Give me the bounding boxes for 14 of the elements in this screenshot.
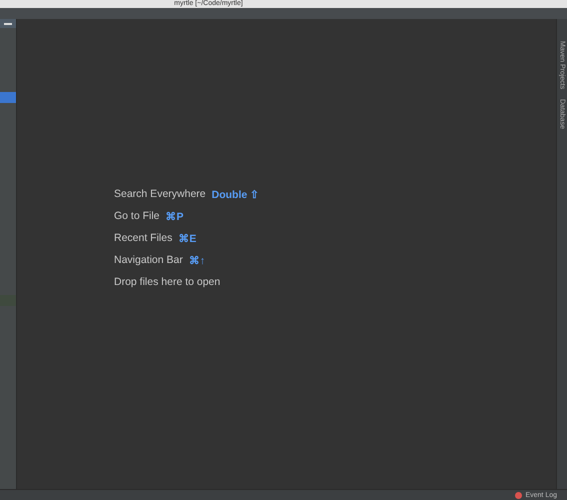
hint-label: Go to File [114,210,160,222]
error-icon [515,492,522,498]
minus-icon [4,22,12,24]
hint-label: Drop files here to open [114,276,220,288]
shortcut-text: ⌘P [166,210,184,222]
shortcut-text: ⌘↑ [188,254,206,266]
collapse-button[interactable] [0,19,16,28]
tree-row[interactable] [0,295,16,306]
hint-label: Navigation Bar [114,254,183,266]
tree-row[interactable] [0,92,16,103]
shortcut-text: ⌘E [178,232,196,244]
shortcut-text: Double ⇧ [212,188,260,200]
hint-label: Recent Files [114,232,172,244]
hint-label: Search Everywhere [114,188,206,200]
